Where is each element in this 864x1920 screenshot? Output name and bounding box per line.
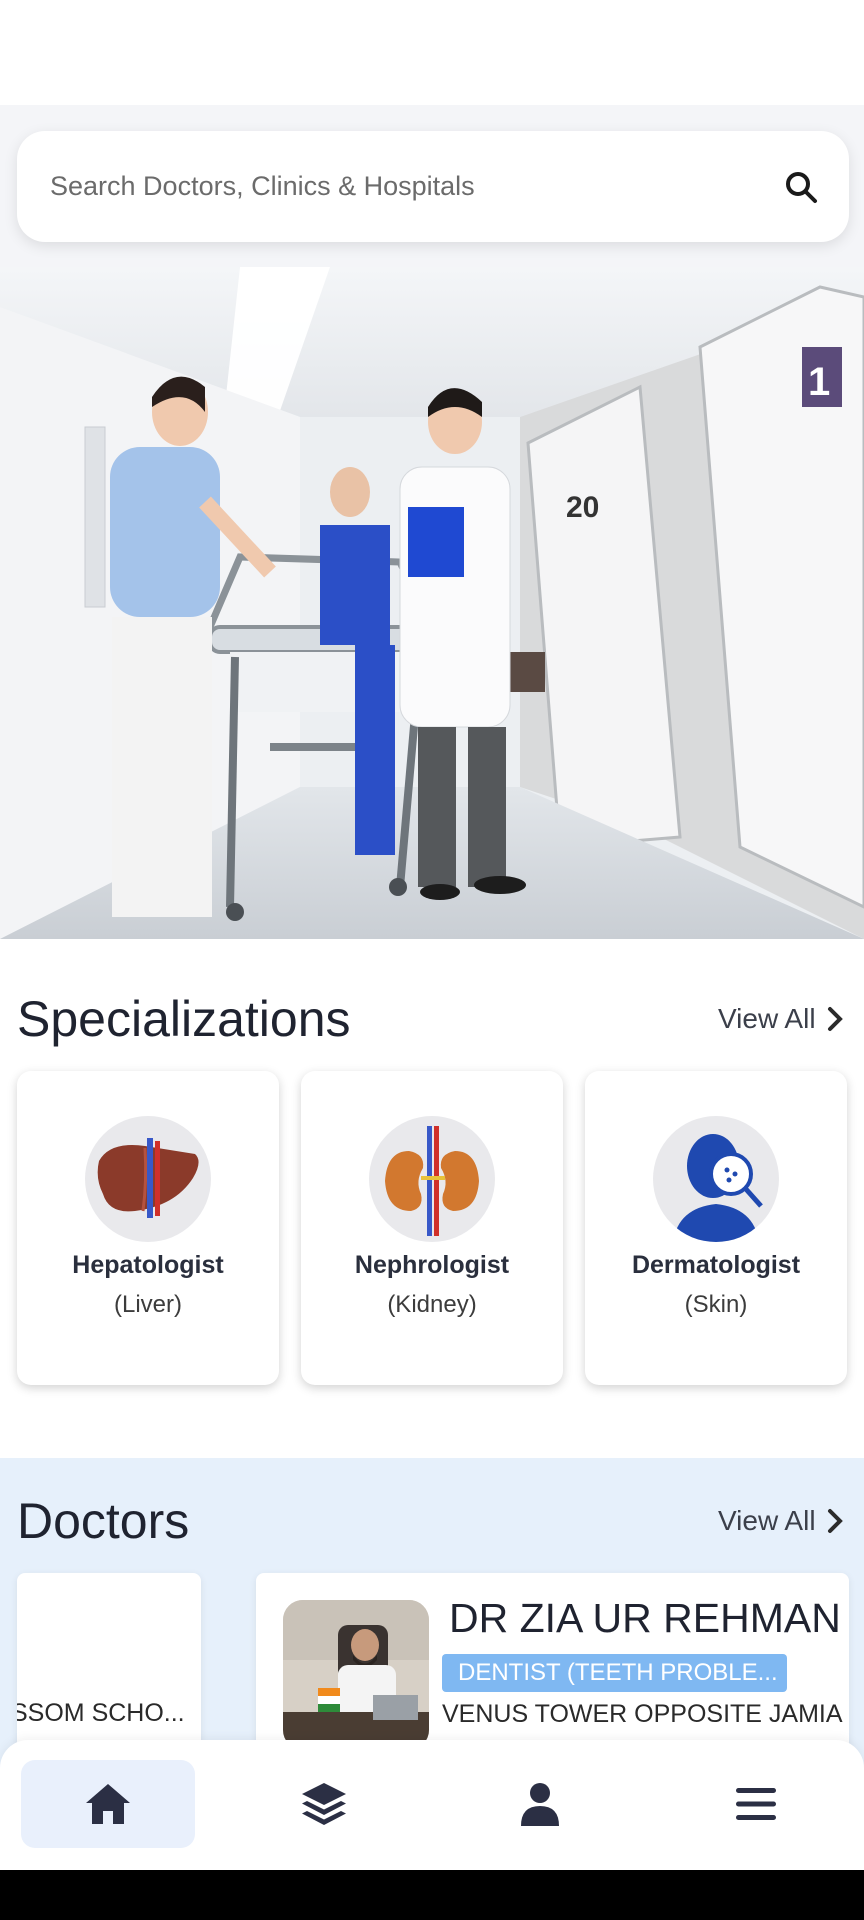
search-bar[interactable]	[17, 131, 849, 242]
doctors-view-all-link[interactable]: View All	[718, 1505, 844, 1537]
search-input[interactable]	[50, 131, 750, 242]
doctor-name: DR ZIA UR REHMAN	[449, 1595, 841, 1641]
doctor-avatar	[283, 1600, 429, 1750]
doctor-address: VENUS TOWER OPPOSITE JAMIA U	[442, 1700, 849, 1728]
home-icon	[86, 1784, 130, 1824]
doctor-address: SSOM SCHO...	[17, 1699, 185, 1727]
specializations-title: Specializations	[17, 991, 351, 1047]
chevron-right-icon	[827, 1509, 843, 1533]
nav-home[interactable]	[21, 1760, 195, 1848]
specializations-view-all-link[interactable]: View All	[718, 1003, 844, 1035]
skin-icon	[653, 1116, 779, 1242]
specialization-card-dermatologist[interactable]: Dermatologist (Skin)	[585, 1071, 847, 1385]
doctor-specialty-badge: DENTIST (TEETH PROBLE...	[442, 1654, 787, 1692]
view-all-label: View All	[718, 1505, 816, 1536]
bottom-navigation	[0, 1740, 864, 1870]
specialization-card-hepatologist[interactable]: Hepatologist (Liver)	[17, 1071, 279, 1385]
specialization-name: Hepatologist	[72, 1251, 224, 1279]
menu-icon	[736, 1788, 776, 1820]
svg-text:20: 20	[566, 491, 599, 524]
doctors-title: Doctors	[17, 1493, 190, 1549]
specialization-organ: (Liver)	[113, 1291, 182, 1318]
layers-icon	[302, 1783, 346, 1825]
specialization-card-nephrologist[interactable]: Nephrologist (Kidney)	[301, 1071, 563, 1385]
svg-text:1: 1	[808, 360, 830, 404]
specialization-organ: (Skin)	[684, 1291, 748, 1318]
kidney-icon	[369, 1116, 495, 1242]
status-bar-area	[0, 0, 864, 105]
hero-banner-image[interactable]: 20 1	[0, 267, 864, 939]
view-all-label: View All	[718, 1003, 816, 1034]
specialization-organ: (Kidney)	[387, 1291, 477, 1318]
liver-icon	[85, 1116, 211, 1242]
doctor-card-partial[interactable]: SSOM SCHO...	[17, 1573, 201, 1753]
nav-profile[interactable]	[453, 1760, 627, 1848]
nav-menu[interactable]	[669, 1760, 843, 1848]
chevron-right-icon	[827, 1007, 843, 1031]
search-icon[interactable]	[783, 169, 819, 205]
user-icon	[521, 1783, 559, 1826]
system-navigation-bar	[0, 1870, 864, 1920]
nav-layers[interactable]	[237, 1760, 411, 1848]
specialization-name: Nephrologist	[354, 1251, 510, 1279]
specialization-name: Dermatologist	[631, 1251, 801, 1279]
